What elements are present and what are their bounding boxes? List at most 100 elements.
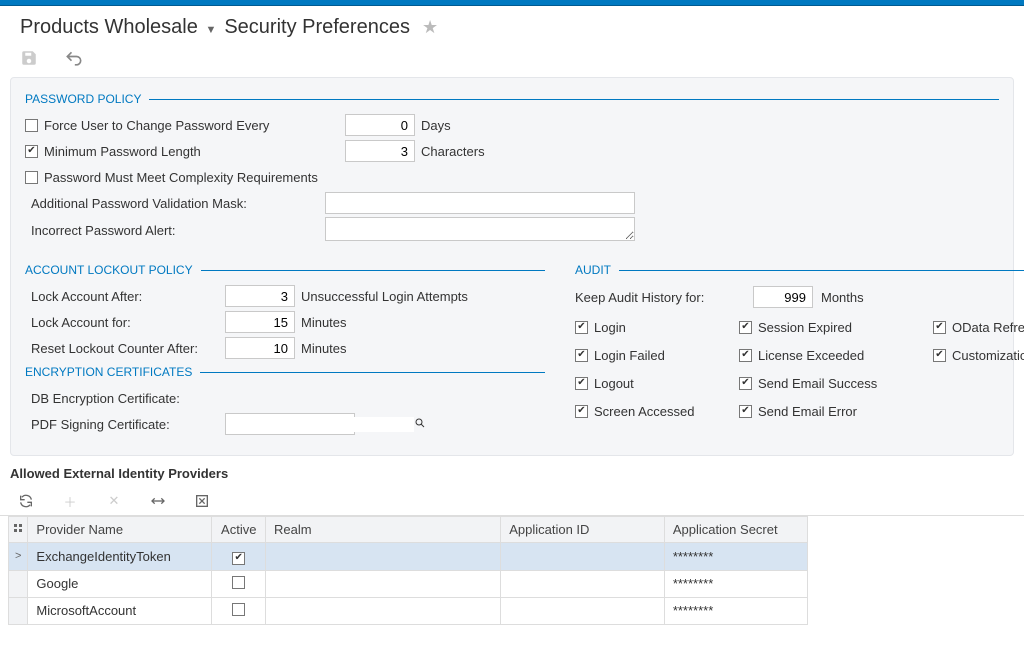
cell-provider[interactable]: MicrosoftAccount: [28, 597, 212, 624]
cell-realm[interactable]: [266, 570, 501, 597]
delete-row-icon[interactable]: ✕: [106, 493, 122, 509]
col-active-header[interactable]: Active: [212, 517, 266, 543]
cell-appid[interactable]: [501, 570, 665, 597]
audit-item: OData Refresh: [933, 315, 1024, 339]
row-selector-icon[interactable]: >: [9, 543, 28, 571]
table-row[interactable]: Google ********: [9, 570, 808, 597]
table-row[interactable]: MicrosoftAccount ********: [9, 597, 808, 624]
col-provider-header[interactable]: Provider Name: [28, 517, 212, 543]
cell-active[interactable]: [212, 543, 266, 571]
col-realm-header[interactable]: Realm: [266, 517, 501, 543]
audit-checkbox[interactable]: [739, 377, 752, 390]
audit-item-label: License Exceeded: [758, 348, 864, 363]
audit-checkbox[interactable]: [575, 321, 588, 334]
rule-line: [200, 372, 545, 373]
providers-section-title: Allowed External Identity Providers: [0, 456, 1024, 487]
cell-realm[interactable]: [266, 543, 501, 571]
lock-after-value[interactable]: [225, 285, 295, 307]
audit-title: AUDIT: [575, 263, 1024, 277]
keep-history-unit: Months: [821, 290, 864, 305]
audit-checkbox[interactable]: [739, 405, 752, 418]
min-length-value[interactable]: [345, 140, 415, 162]
min-length-checkbox[interactable]: [25, 145, 38, 158]
complexity-label: Password Must Meet Complexity Requiremen…: [44, 170, 318, 185]
form-panel: PASSWORD POLICY Force User to Change Pas…: [10, 77, 1014, 456]
cell-appid[interactable]: [501, 543, 665, 571]
audit-item-label: Login: [594, 320, 626, 335]
fit-columns-icon[interactable]: [150, 493, 166, 509]
audit-item: [933, 371, 1024, 395]
validation-mask-input[interactable]: [325, 192, 635, 214]
audit-checkbox[interactable]: [739, 349, 752, 362]
audit-item-label: OData Refresh: [952, 320, 1024, 335]
lock-after-unit: Unsuccessful Login Attempts: [301, 289, 468, 304]
rule-line: [149, 99, 999, 100]
force-change-value[interactable]: [345, 114, 415, 136]
undo-icon[interactable]: [64, 49, 82, 67]
col-appid-header[interactable]: Application ID: [501, 517, 665, 543]
pdf-cert-selector[interactable]: [225, 413, 355, 435]
export-icon[interactable]: [194, 493, 210, 509]
lock-after-label: Lock Account After:: [25, 289, 225, 304]
grid-toolbar: ＋ ✕: [0, 487, 1024, 516]
lockout-policy-title-label: ACCOUNT LOCKOUT POLICY: [25, 263, 193, 277]
favorite-star-icon[interactable]: ★: [422, 17, 438, 38]
audit-item: Login Failed: [575, 343, 735, 367]
lock-for-value[interactable]: [225, 311, 295, 333]
cell-active[interactable]: [212, 597, 266, 624]
cell-secret[interactable]: ********: [664, 570, 807, 597]
cell-secret[interactable]: ********: [664, 543, 807, 571]
audit-checkbox[interactable]: [575, 405, 588, 418]
save-icon[interactable]: [20, 49, 38, 67]
audit-checkbox[interactable]: [933, 321, 946, 334]
pdf-cert-input[interactable]: [226, 417, 414, 432]
incorrect-alert-label: Incorrect Password Alert:: [25, 223, 325, 238]
col-secret-header[interactable]: Application Secret: [664, 517, 807, 543]
row-selector-icon[interactable]: [9, 570, 28, 597]
keep-history-value[interactable]: [753, 286, 813, 308]
cell-provider[interactable]: ExchangeIdentityToken: [28, 543, 212, 571]
audit-item-label: Login Failed: [594, 348, 665, 363]
active-checkbox[interactable]: [232, 603, 245, 616]
audit-checkbox[interactable]: [575, 377, 588, 390]
audit-item-label: Logout: [594, 376, 634, 391]
breadcrumb-workspace-label: Products Wholesale: [20, 16, 198, 38]
encryption-title-label: ENCRYPTION CERTIFICATES: [25, 365, 192, 379]
force-change-label: Force User to Change Password Every: [44, 118, 269, 133]
table-row[interactable]: >ExchangeIdentityToken ********: [9, 543, 808, 571]
active-checkbox[interactable]: [232, 552, 245, 565]
chevron-down-icon: ▼: [205, 24, 216, 36]
audit-item: License Exceeded: [739, 343, 929, 367]
db-cert-label: DB Encryption Certificate:: [25, 391, 225, 406]
audit-checkbox[interactable]: [739, 321, 752, 334]
search-icon[interactable]: [414, 417, 426, 432]
pdf-cert-label: PDF Signing Certificate:: [25, 417, 225, 432]
incorrect-alert-input[interactable]: [325, 217, 635, 241]
add-row-icon[interactable]: ＋: [62, 493, 78, 509]
audit-item: Send Email Success: [739, 371, 929, 395]
audit-checkbox[interactable]: [933, 349, 946, 362]
complexity-checkbox[interactable]: [25, 171, 38, 184]
reset-after-unit: Minutes: [301, 341, 347, 356]
audit-checkbox[interactable]: [575, 349, 588, 362]
reset-after-value[interactable]: [225, 337, 295, 359]
audit-item: Screen Accessed: [575, 399, 735, 423]
cell-active[interactable]: [212, 570, 266, 597]
refresh-icon[interactable]: [18, 493, 34, 509]
rule-line: [619, 270, 1024, 271]
min-length-unit: Characters: [421, 144, 485, 159]
cell-realm[interactable]: [266, 597, 501, 624]
lockout-policy-title: ACCOUNT LOCKOUT POLICY: [25, 263, 545, 277]
validation-mask-label: Additional Password Validation Mask:: [25, 196, 325, 211]
breadcrumb-workspace[interactable]: Products Wholesale ▼: [20, 16, 216, 39]
force-change-checkbox[interactable]: [25, 119, 38, 132]
rule-line: [201, 270, 545, 271]
breadcrumb: Products Wholesale ▼ Security Preference…: [0, 6, 1024, 45]
row-selector-icon[interactable]: [9, 597, 28, 624]
cell-secret[interactable]: ********: [664, 597, 807, 624]
grid-config-icon[interactable]: [9, 517, 28, 543]
active-checkbox[interactable]: [232, 576, 245, 589]
cell-provider[interactable]: Google: [28, 570, 212, 597]
cell-appid[interactable]: [501, 597, 665, 624]
audit-title-label: AUDIT: [575, 263, 611, 277]
